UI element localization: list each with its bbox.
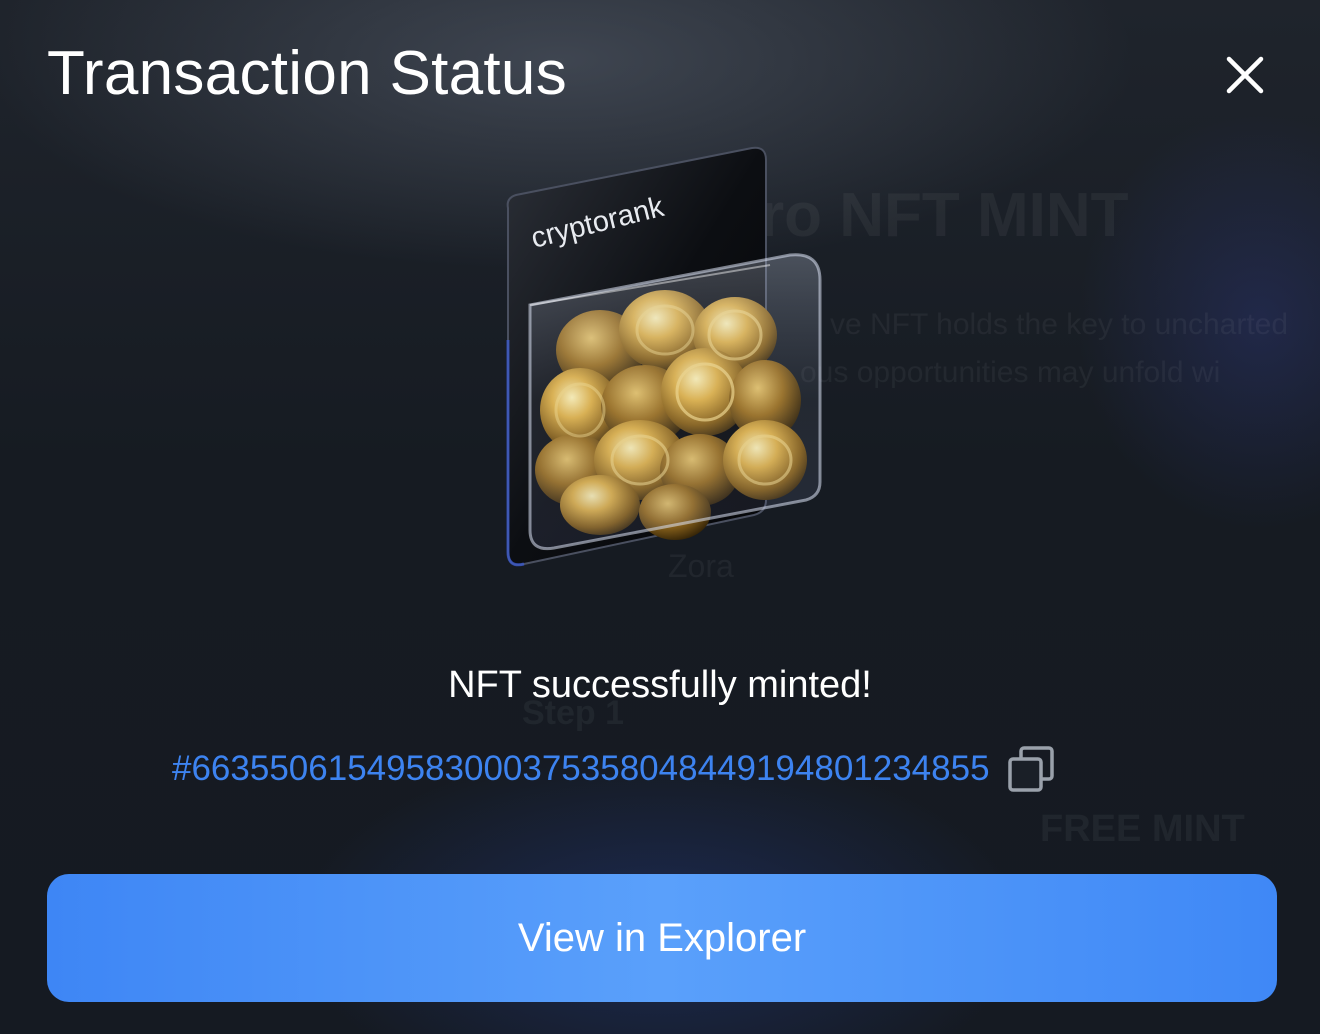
transaction-status-modal: ro NFT MINT ve NFT holds the key to unch… [0, 0, 1320, 1034]
close-icon [1226, 56, 1264, 94]
coin-jar-illustration: cryptorank [490, 140, 840, 580]
backdrop-description-line: ve NFT holds the key to uncharted [830, 308, 1289, 341]
modal-title: Transaction Status [47, 39, 568, 108]
mint-success-message: NFT successfully minted! [448, 664, 872, 706]
transaction-hash-row: #663550615495830003753580484491948012348… [172, 742, 1056, 796]
close-button[interactable] [1216, 46, 1274, 104]
copy-icon [1007, 746, 1054, 792]
backdrop-cta: FREE MINT [1040, 808, 1245, 850]
transaction-hash-link[interactable]: #663550615495830003753580484491948012348… [172, 749, 990, 789]
backdrop-description-line: ous opportunities may unfold wi [800, 356, 1221, 389]
copy-hash-button[interactable] [1006, 744, 1056, 794]
view-in-explorer-button[interactable]: View in Explorer [47, 874, 1277, 1002]
